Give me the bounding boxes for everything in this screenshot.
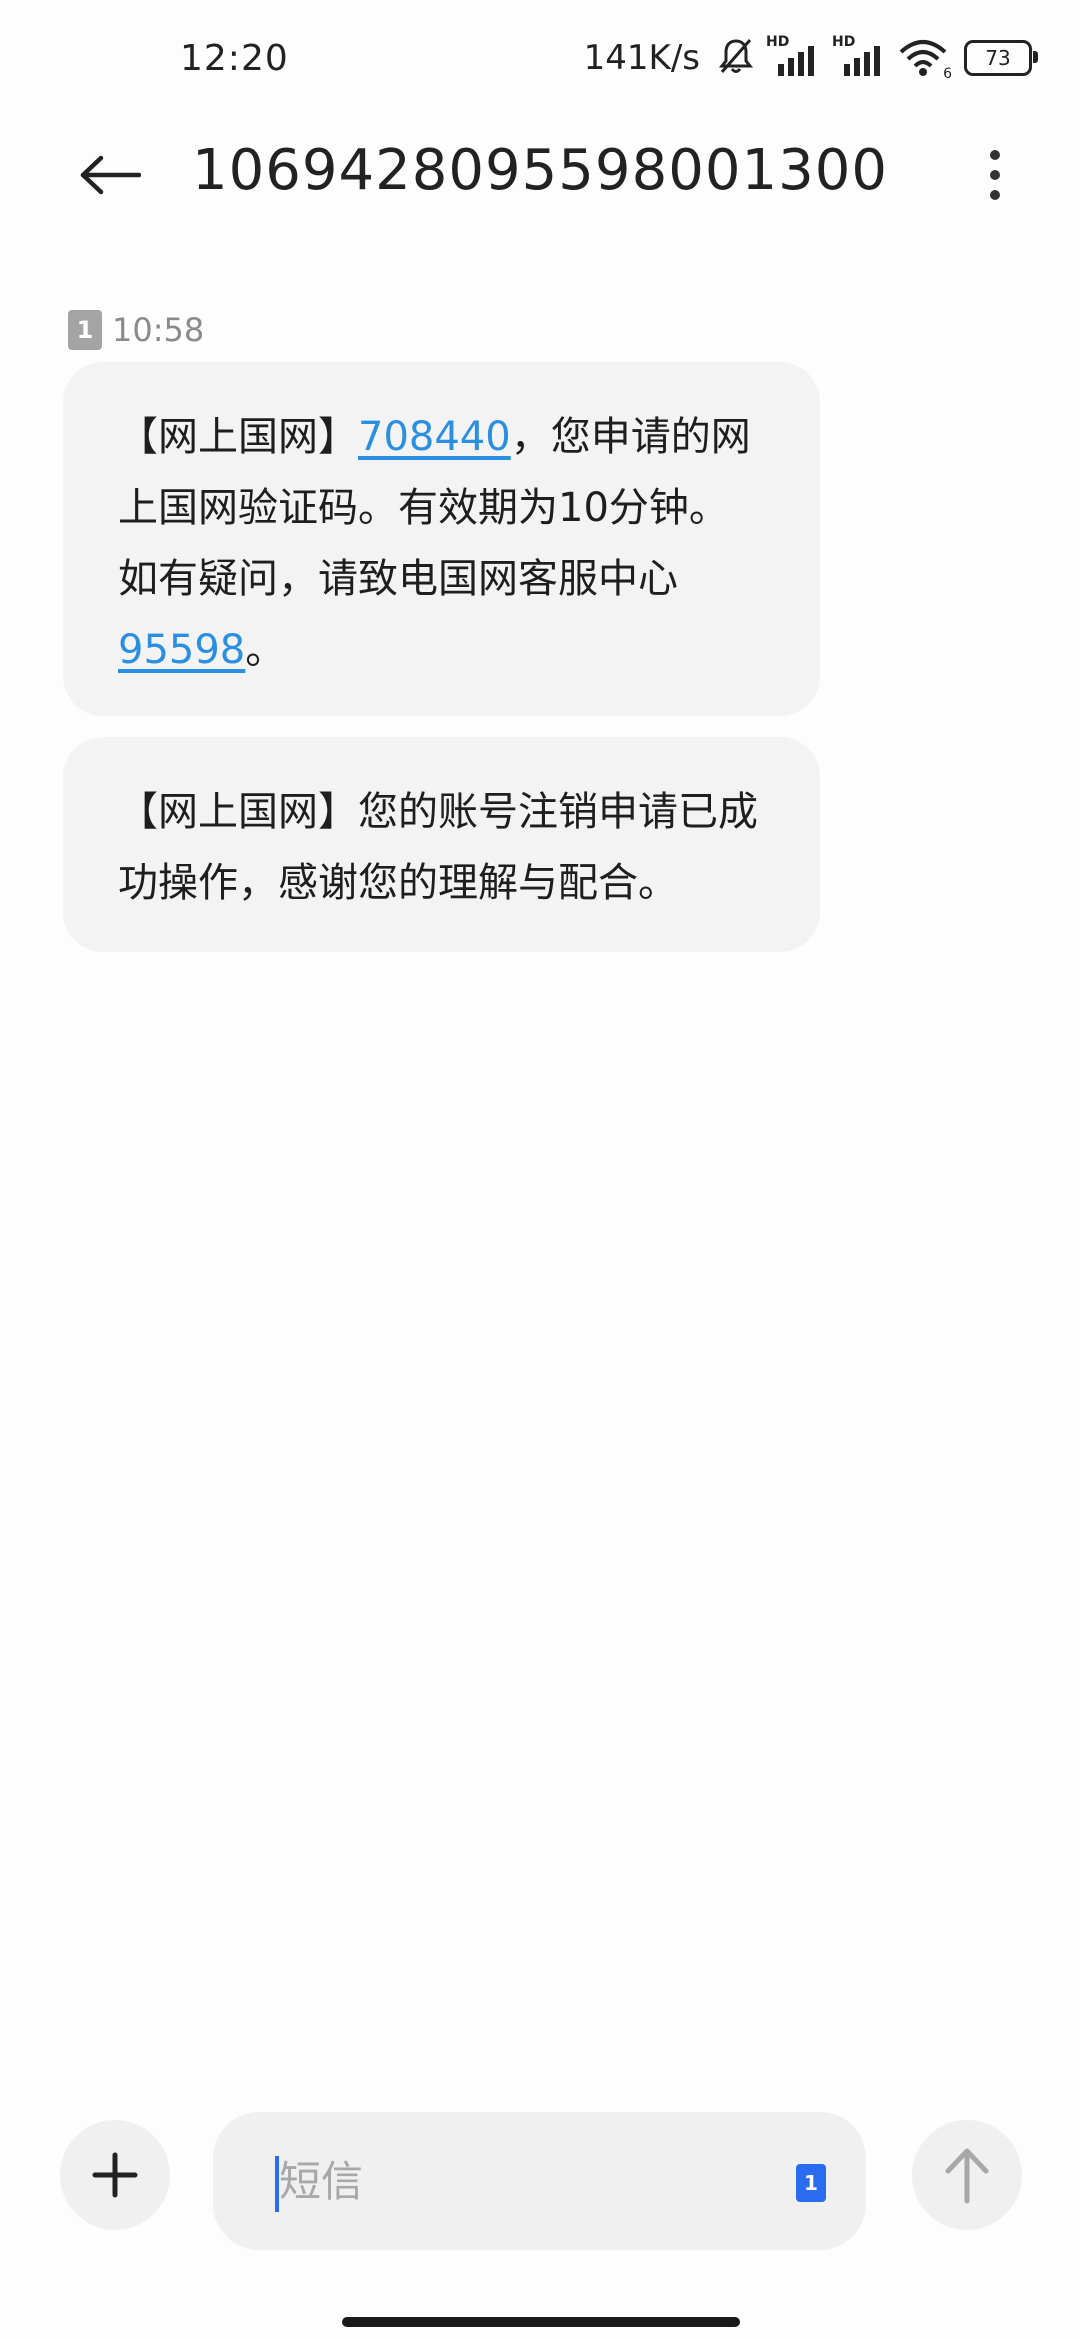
- message-text: 【网上国网】您的账号注销申请已成功操作，感谢您的理解与配合。: [118, 789, 758, 906]
- home-indicator[interactable]: [342, 2317, 740, 2327]
- bell-muted-icon: [716, 36, 756, 80]
- wifi-band: 6: [943, 66, 952, 82]
- wifi-icon: 6: [898, 38, 952, 82]
- message-input[interactable]: 短信 1: [213, 2112, 866, 2250]
- battery-level: 73: [985, 46, 1011, 70]
- plus-icon: [92, 2152, 138, 2198]
- message-input-placeholder: 短信: [279, 2157, 364, 2206]
- network-speed: 141K/s: [583, 38, 700, 78]
- phone-number-link[interactable]: 95598: [118, 627, 245, 673]
- signal-icon: HD: [832, 34, 888, 78]
- page-title: 1069428095598001300: [192, 138, 888, 203]
- verification-code-link[interactable]: 708440: [358, 414, 511, 460]
- send-button[interactable]: [912, 2120, 1022, 2230]
- status-bar: 12:20 141K/s HD HD 6 73: [0, 0, 1080, 120]
- sim-select-button[interactable]: 1: [796, 2164, 826, 2202]
- message-time-row: 1 10:58: [68, 310, 204, 350]
- sim-badge: 1: [68, 310, 102, 350]
- more-options-button[interactable]: [970, 142, 1020, 208]
- message-bubble[interactable]: 【网上国网】708440，您申请的网上国网验证码。有效期为10分钟。如有疑问，请…: [63, 362, 820, 716]
- status-icons: 141K/s HD HD 6 73: [583, 34, 1038, 82]
- arrow-up-icon: [945, 2148, 989, 2204]
- status-time: 12:20: [180, 38, 289, 79]
- message-prefix: 【网上国网】: [118, 414, 358, 460]
- add-attachment-button[interactable]: [60, 2120, 170, 2230]
- battery-icon: 73: [964, 40, 1038, 76]
- message-time: 10:58: [112, 311, 205, 349]
- signal-icon: HD: [766, 34, 822, 78]
- conversation-header: 1069428095598001300: [0, 120, 1080, 230]
- message-bubble[interactable]: 【网上国网】您的账号注销申请已成功操作，感谢您的理解与配合。: [63, 737, 820, 952]
- message-text-end: 。: [245, 627, 286, 673]
- composer-bar: 短信 1: [0, 2100, 1080, 2260]
- more-vertical-icon: [990, 150, 1000, 160]
